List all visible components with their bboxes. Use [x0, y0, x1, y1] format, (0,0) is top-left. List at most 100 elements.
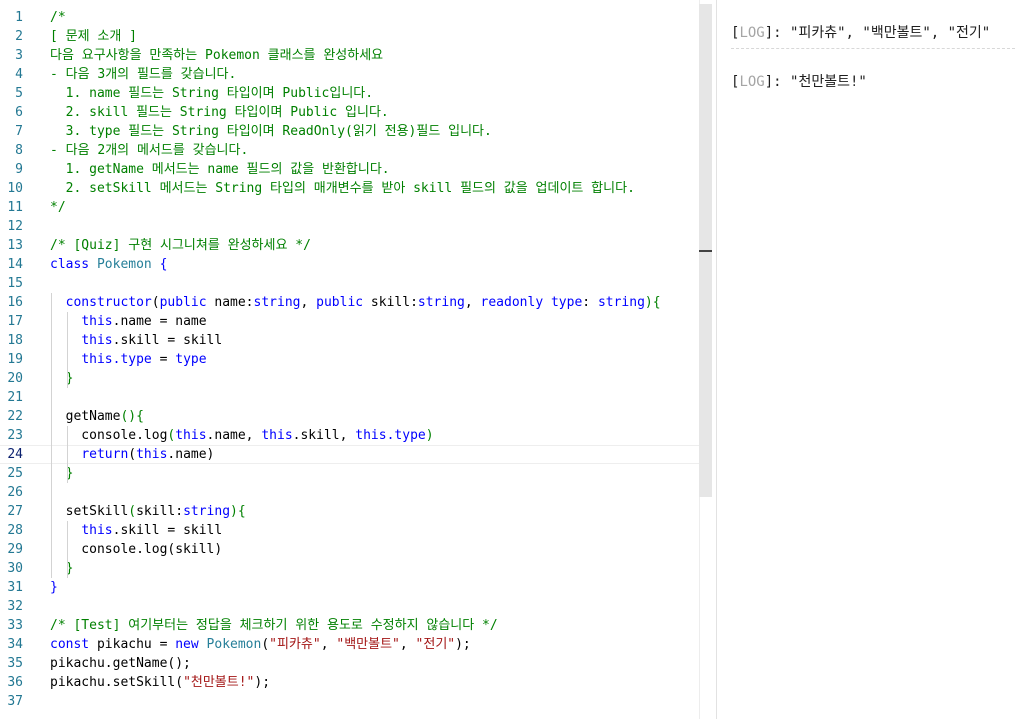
- code-line[interactable]: 1 /*: [0, 8, 699, 27]
- code-token: setSkill: [50, 504, 129, 519]
- code-token: this: [81, 314, 113, 329]
- code-token: (: [151, 295, 160, 310]
- log-tag: LOG: [739, 74, 765, 90]
- code-line[interactable]: 2 [ 문제 소개 ]: [0, 27, 699, 46]
- code-token: {: [151, 257, 168, 272]
- code-line[interactable]: 36 pikachu.setSkill("천만볼트!");: [0, 673, 699, 692]
- code-token: public: [316, 295, 364, 310]
- code-token: this: [261, 428, 293, 443]
- code-line[interactable]: 33 /* [Test] 여기부터는 정답을 체크하기 위한 용도로 수정하지 않…: [0, 616, 699, 635]
- code-line[interactable]: 24 return(this.name): [0, 445, 699, 464]
- code-line[interactable]: 30 }: [0, 559, 699, 578]
- code-line[interactable]: 16 constructor(public name:string, publi…: [0, 293, 699, 312]
- code-token: (: [128, 504, 137, 519]
- code-token: this: [136, 447, 168, 462]
- code-editor[interactable]: 1 /* 2 [ 문제 소개 ] 3 다음 요구사항을 만족하는 Pokemon 클래스를…: [0, 0, 699, 719]
- log-message: : "피카츄", "백만볼트", "전기": [773, 25, 991, 41]
- code-line[interactable]: 8 - 다음 2개의 메서드를 갖습니다.: [0, 141, 699, 160]
- code-line[interactable]: 29 console.log(skill): [0, 540, 699, 559]
- line-number: 32: [7, 599, 23, 614]
- code-token: /* [Test] 여기부터는 정답을 체크하기 위한 용도로 수정하지 않습니…: [50, 618, 498, 633]
- code-line[interactable]: 5 1. name 필드는 String 타입이며 Public입니다.: [0, 84, 699, 103]
- code-token: - 다음 3개의 필드를 갖습니다.: [50, 67, 237, 82]
- line-number: 11: [7, 200, 23, 215]
- code-line[interactable]: 18 this.skill = skill: [0, 331, 699, 350]
- code-token: string: [417, 295, 465, 310]
- code-text: 1. getName 메서드는 name 필드의 값을 반환합니다.: [50, 160, 390, 179]
- code-token: .type: [386, 428, 426, 443]
- code-line[interactable]: 34 const pikachu = new Pokemon("피카츄", "백만…: [0, 635, 699, 654]
- code-line[interactable]: 17 this.name = name: [0, 312, 699, 331]
- code-token: getName: [50, 409, 121, 424]
- code-token: .skill = skill: [112, 523, 223, 538]
- code-token: ): [214, 542, 223, 557]
- code-line[interactable]: 23 console.log(this.name, this.skill, th…: [0, 426, 699, 445]
- code-text: 1. name 필드는 String 타입이며 Public입니다.: [50, 84, 373, 103]
- code-text: this.name = name: [50, 312, 206, 331]
- code-line[interactable]: 13 /* [Quiz] 구현 시그니쳐를 완성하세요 */: [0, 236, 699, 255]
- code-line[interactable]: 9 1. getName 메서드는 name 필드의 값을 반환합니다.: [0, 160, 699, 179]
- code-line[interactable]: 3 다음 요구사항을 만족하는 Pokemon 클래스를 완성하세요: [0, 46, 699, 65]
- code-line[interactable]: 31}: [0, 578, 699, 597]
- code-line[interactable]: 25 }: [0, 464, 699, 483]
- code-line[interactable]: 7 3. type 필드는 String 타입이며 ReadOnly(읽기 전용…: [0, 122, 699, 141]
- code-line[interactable]: 12: [0, 217, 699, 236]
- code-text: /* [Quiz] 구현 시그니쳐를 완성하세요 */: [50, 236, 311, 255]
- code-line[interactable]: 14 class Pokemon {: [0, 255, 699, 274]
- code-token: ,: [320, 637, 337, 652]
- code-token: class: [50, 257, 90, 272]
- code-text: class Pokemon {: [50, 255, 167, 274]
- code-text: }: [50, 578, 58, 597]
- line-number: 27: [7, 504, 23, 519]
- indent-guide: [67, 521, 68, 578]
- code-text: getName(){: [50, 407, 144, 426]
- code-token: name:: [206, 295, 254, 310]
- line-number: 23: [7, 428, 23, 443]
- code-token: 1. name 필드는 String 타입이며 Public입니다.: [50, 86, 374, 101]
- code-token: return: [81, 447, 129, 462]
- code-line[interactable]: 19 this.type = type: [0, 350, 699, 369]
- code-line[interactable]: 21: [0, 388, 699, 407]
- code-line[interactable]: 4 - 다음 3개의 필드를 갖습니다.: [0, 65, 699, 84]
- code-line[interactable]: 20 }: [0, 369, 699, 388]
- code-token: );: [254, 675, 271, 690]
- code-token: 2. setSkill 메서드는 String 타입의 매개변수를 받아 ski…: [50, 181, 635, 196]
- code-text: return(this.name): [50, 446, 214, 463]
- code-line[interactable]: 26: [0, 483, 699, 502]
- code-token: /* [Quiz] 구현 시그니쳐를 완성하세요 */: [50, 238, 311, 253]
- code-token: Pokemon: [206, 637, 262, 652]
- indent-guide: [51, 293, 52, 578]
- code-text: pikachu.setSkill("천만볼트!");: [50, 673, 270, 692]
- code-text: 2. skill 필드는 String 타입이며 Public 입니다.: [50, 103, 389, 122]
- code-line[interactable]: 28 this.skill = skill: [0, 521, 699, 540]
- code-token: skill:: [136, 504, 184, 519]
- code-line[interactable]: 22 getName(){: [0, 407, 699, 426]
- line-number: 26: [7, 485, 23, 500]
- code-line[interactable]: 27 setSkill(skill:string){: [0, 502, 699, 521]
- line-number: 10: [7, 181, 23, 196]
- code-token: }: [50, 561, 74, 576]
- code-line[interactable]: 6 2. skill 필드는 String 타입이며 Public 입니다.: [0, 103, 699, 122]
- code-line[interactable]: 15: [0, 274, 699, 293]
- code-line[interactable]: 11 */: [0, 198, 699, 217]
- line-number: 13: [7, 238, 23, 253]
- code-line[interactable]: 32: [0, 597, 699, 616]
- code-line[interactable]: 37: [0, 692, 699, 711]
- line-number: 7: [15, 124, 23, 139]
- code-token: const: [50, 637, 90, 652]
- code-text: }: [50, 464, 74, 483]
- code-line[interactable]: 35 pikachu.getName();: [0, 654, 699, 673]
- line-number: 12: [7, 219, 23, 234]
- code-text: setSkill(skill:string){: [50, 502, 246, 521]
- code-token: =: [151, 352, 176, 367]
- line-number: 25: [7, 466, 23, 481]
- line-number: 37: [7, 694, 23, 709]
- line-number: 31: [7, 580, 23, 595]
- console-log-entry: [LOG]: "피카츄", "백만볼트", "전기": [731, 25, 991, 41]
- editor-scrollbar-cursor-marker: [699, 250, 712, 252]
- code-text: this.type = type: [50, 350, 206, 369]
- code-line[interactable]: 10 2. setSkill 메서드는 String 타입의 매개변수를 받아 …: [0, 179, 699, 198]
